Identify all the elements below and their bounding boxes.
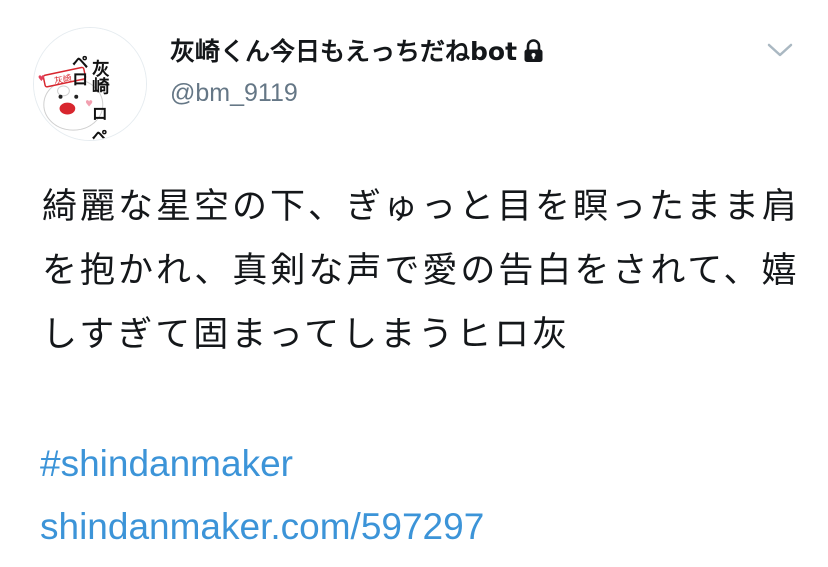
svg-text:♥: ♥: [38, 74, 45, 83]
chevron-down-icon[interactable]: [766, 40, 794, 60]
avatar[interactable]: 灰崎 ♥ ♥ 灰崎 ペロ ロ ペ ロ: [33, 27, 147, 141]
display-name[interactable]: 灰崎くん今日もえっちだねbot: [170, 34, 544, 70]
avatar-image: 灰崎 ♥ ♥ 灰崎 ペロ ロ ペ ロ: [34, 28, 146, 140]
url-link[interactable]: shindanmaker.com/597297: [40, 505, 484, 549]
user-handle[interactable]: @bm_9119: [170, 76, 298, 110]
avatar-column-bottom: ロ ペ ロ: [89, 105, 109, 140]
display-name-text[interactable]: 灰崎くん今日もえっちだねbot: [170, 37, 517, 66]
tweet-text: 綺麗な星空の下、ぎゅっと目を瞑ったまま肩を抱かれ、真剣な声で愛の告白をされて、嬉…: [42, 187, 800, 355]
hashtag-link[interactable]: #shindanmaker: [40, 442, 293, 486]
avatar-column-left: ペロ: [69, 54, 89, 87]
avatar-column-right: 灰崎: [89, 58, 110, 96]
lock-icon: [524, 39, 543, 62]
